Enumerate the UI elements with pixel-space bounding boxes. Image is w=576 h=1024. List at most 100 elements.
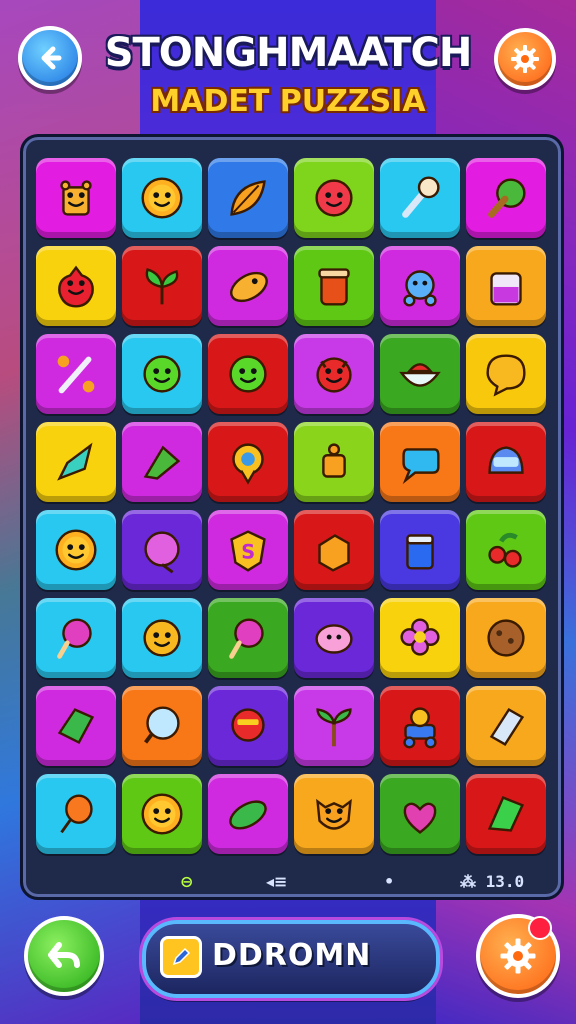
score-readout: ⁂ 13.0: [460, 872, 525, 891]
game-tile[interactable]: [36, 246, 116, 326]
sun-face-icon: [141, 177, 183, 219]
game-tile[interactable]: [122, 158, 202, 238]
game-tile[interactable]: [466, 158, 546, 238]
cookie-icon: [487, 619, 525, 657]
game-tile[interactable]: [466, 422, 546, 502]
game-tile[interactable]: [466, 510, 546, 590]
game-tile[interactable]: [122, 774, 202, 854]
game-tile[interactable]: [208, 334, 288, 414]
game-tile[interactable]: [122, 510, 202, 590]
game-tile[interactable]: [380, 246, 460, 326]
game-tile[interactable]: [208, 422, 288, 502]
green-face-icon: [229, 355, 267, 393]
box-icon: [318, 534, 350, 572]
map-pin-icon: [232, 443, 264, 485]
game-tile[interactable]: S: [208, 510, 288, 590]
leaf-kite-icon: [143, 445, 181, 480]
game-subtitle: MADET PUZZSIA: [150, 84, 426, 119]
game-tile[interactable]: [294, 774, 374, 854]
robot-face-icon: [231, 708, 265, 742]
game-tile[interactable]: [380, 422, 460, 502]
smile-face-icon: [143, 619, 181, 657]
sun-face-icon: [141, 793, 183, 835]
game-tile[interactable]: [294, 598, 374, 678]
game-tile[interactable]: [380, 158, 460, 238]
can-icon: [406, 534, 434, 570]
game-tile[interactable]: [122, 598, 202, 678]
game-tile[interactable]: [380, 334, 460, 414]
game-tile[interactable]: [36, 598, 116, 678]
game-tile[interactable]: [208, 686, 288, 766]
back-button[interactable]: [18, 26, 82, 90]
game-tile[interactable]: [294, 158, 374, 238]
red-ball-icon: [315, 179, 353, 217]
sun-face-icon: [55, 529, 97, 571]
settings-button-top[interactable]: [494, 28, 556, 90]
gear-icon: [511, 45, 539, 73]
gem-icon: [57, 708, 95, 745]
plant-icon: [145, 268, 179, 305]
game-tile[interactable]: [294, 334, 374, 414]
game-tile[interactable]: [466, 334, 546, 414]
undo-button[interactable]: [24, 916, 104, 996]
potion-jar-icon: [490, 272, 522, 306]
game-tile[interactable]: [294, 686, 374, 766]
cat-face-icon: [316, 798, 352, 830]
game-tile[interactable]: [466, 246, 546, 326]
chat-icon: [402, 448, 440, 485]
game-tile[interactable]: [36, 510, 116, 590]
helmet-icon: [488, 446, 524, 474]
game-tile[interactable]: [122, 334, 202, 414]
game-tile[interactable]: [122, 422, 202, 502]
tile-grid: S: [36, 158, 546, 858]
ornament-icon: [144, 531, 180, 574]
cup-icon: [60, 180, 92, 216]
game-tile[interactable]: [466, 598, 546, 678]
pen-flower-icon: [57, 355, 95, 394]
game-tile[interactable]: [36, 686, 116, 766]
speech-bubble-icon: [486, 354, 526, 397]
footer-status-2: ◂≡: [266, 872, 288, 891]
game-tile[interactable]: [36, 422, 116, 502]
game-tile[interactable]: [208, 158, 288, 238]
game-tile[interactable]: [208, 598, 288, 678]
gear-icon: [500, 938, 536, 974]
game-tile[interactable]: [294, 510, 374, 590]
game-tile[interactable]: [380, 598, 460, 678]
mirror-icon: [144, 706, 180, 744]
game-tile[interactable]: [466, 774, 546, 854]
leaf-icon: [230, 180, 266, 216]
robot-car-icon: [403, 707, 437, 749]
footer-status-1: ⊖: [180, 872, 194, 891]
svg-text:S: S: [241, 541, 255, 564]
game-tile[interactable]: [208, 774, 288, 854]
crystal-pack-icon: [489, 707, 525, 746]
brush-icon: [402, 176, 440, 218]
rocket-fish-icon: [230, 271, 268, 303]
pig-icon: [315, 624, 353, 654]
game-tile[interactable]: [466, 686, 546, 766]
pickle-icon: [229, 800, 267, 830]
heart-leaf-icon: [403, 802, 437, 834]
game-tile[interactable]: [294, 246, 374, 326]
lollipop-icon: [229, 618, 264, 659]
game-tile[interactable]: [36, 774, 116, 854]
game-tile[interactable]: [36, 158, 116, 238]
game-tile[interactable]: [122, 686, 202, 766]
balloon-icon: [60, 794, 93, 834]
pencil-icon: [160, 936, 202, 978]
game-tile[interactable]: [380, 510, 460, 590]
game-tile[interactable]: [380, 686, 460, 766]
footer-status-3: •: [384, 872, 395, 891]
lollipop-icon: [57, 618, 92, 659]
robot-icon: [403, 270, 437, 307]
game-tile[interactable]: [294, 422, 374, 502]
game-tile[interactable]: [380, 774, 460, 854]
bowl-icon: [399, 363, 441, 387]
shield-icon: S: [230, 530, 266, 572]
game-tile[interactable]: [122, 246, 202, 326]
game-tile[interactable]: [208, 246, 288, 326]
green-gem-icon: [487, 796, 525, 832]
notification-dot: [528, 916, 552, 940]
game-tile[interactable]: [36, 334, 116, 414]
